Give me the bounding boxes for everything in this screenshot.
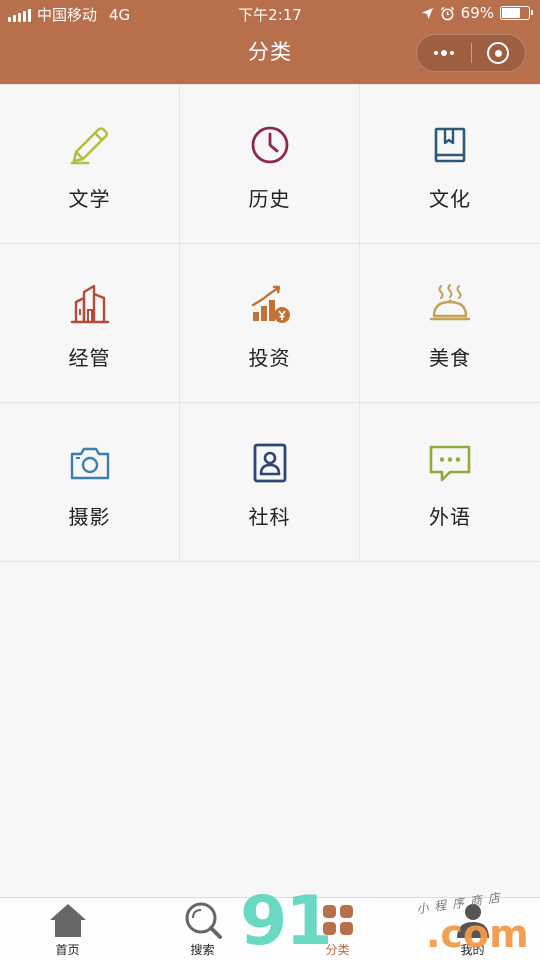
category-label: 经管 <box>68 346 111 370</box>
search-icon <box>183 900 223 940</box>
tab-label: 首页 <box>55 943 80 957</box>
tab-category[interactable]: 分类 <box>270 898 405 960</box>
location-arrow-icon <box>421 7 433 19</box>
chat-bubble-icon <box>428 441 472 485</box>
tab-label: 搜索 <box>190 943 215 957</box>
tab-search[interactable]: 搜索 <box>135 898 270 960</box>
food-cloche-icon <box>428 282 472 326</box>
alarm-clock-icon <box>440 6 454 20</box>
category-literature[interactable]: 文学 <box>0 85 180 244</box>
tab-home[interactable]: 首页 <box>0 898 135 960</box>
user-icon <box>453 900 493 940</box>
tab-label: 我的 <box>460 943 485 957</box>
category-label: 美食 <box>429 346 471 370</box>
category-culture[interactable]: 文化 <box>360 85 540 244</box>
category-label: 摄影 <box>68 505 111 529</box>
category-label: 社科 <box>248 505 291 529</box>
battery-icon <box>500 6 533 20</box>
mini-program-capsule <box>416 34 526 72</box>
home-icon <box>48 900 88 940</box>
category-food[interactable]: 美食 <box>360 244 540 403</box>
category-foreign-language[interactable]: 外语 <box>360 403 540 562</box>
category-business[interactable]: 经管 <box>0 244 180 403</box>
category-label: 投资 <box>248 346 291 370</box>
category-grid: 文学 历史 文化 经管 投资 美食 摄影 社科 外语 <box>0 84 540 562</box>
category-social-science[interactable]: 社科 <box>180 403 360 562</box>
category-label: 外语 <box>429 505 471 529</box>
book-icon <box>428 123 472 167</box>
battery-fill <box>502 8 520 18</box>
growth-chart-icon <box>248 282 292 326</box>
buildings-icon <box>68 282 112 326</box>
tab-label: 分类 <box>325 943 350 957</box>
clock-icon <box>248 123 292 167</box>
category-label: 文化 <box>429 187 471 211</box>
status-bar: 中国移动 4G 下午2:17 69% <box>0 0 540 28</box>
more-menu-button[interactable] <box>417 34 471 72</box>
id-card-icon <box>248 441 292 485</box>
battery-percent: 69% <box>460 4 494 22</box>
app-root: 中国移动 4G 下午2:17 69% 分类 文学 历史 文化 经管 投资 美食 … <box>0 0 540 960</box>
more-dots-icon <box>433 50 454 56</box>
pencil-icon <box>68 123 112 167</box>
tab-bar: 首页 搜索 分类 我的 <box>0 897 540 960</box>
close-mini-program-button[interactable] <box>471 34 525 72</box>
top-bar: 中国移动 4G 下午2:17 69% 分类 <box>0 0 540 84</box>
category-investment[interactable]: 投资 <box>180 244 360 403</box>
status-right: 69% <box>421 4 533 22</box>
tab-me[interactable]: 我的 <box>405 898 540 960</box>
category-label: 历史 <box>248 187 291 211</box>
category-label: 文学 <box>68 187 111 211</box>
category-grid-icon <box>318 900 358 940</box>
category-photography[interactable]: 摄影 <box>0 403 180 562</box>
target-circle-icon <box>487 42 510 64</box>
category-history[interactable]: 历史 <box>180 85 360 244</box>
camera-icon <box>68 441 112 485</box>
